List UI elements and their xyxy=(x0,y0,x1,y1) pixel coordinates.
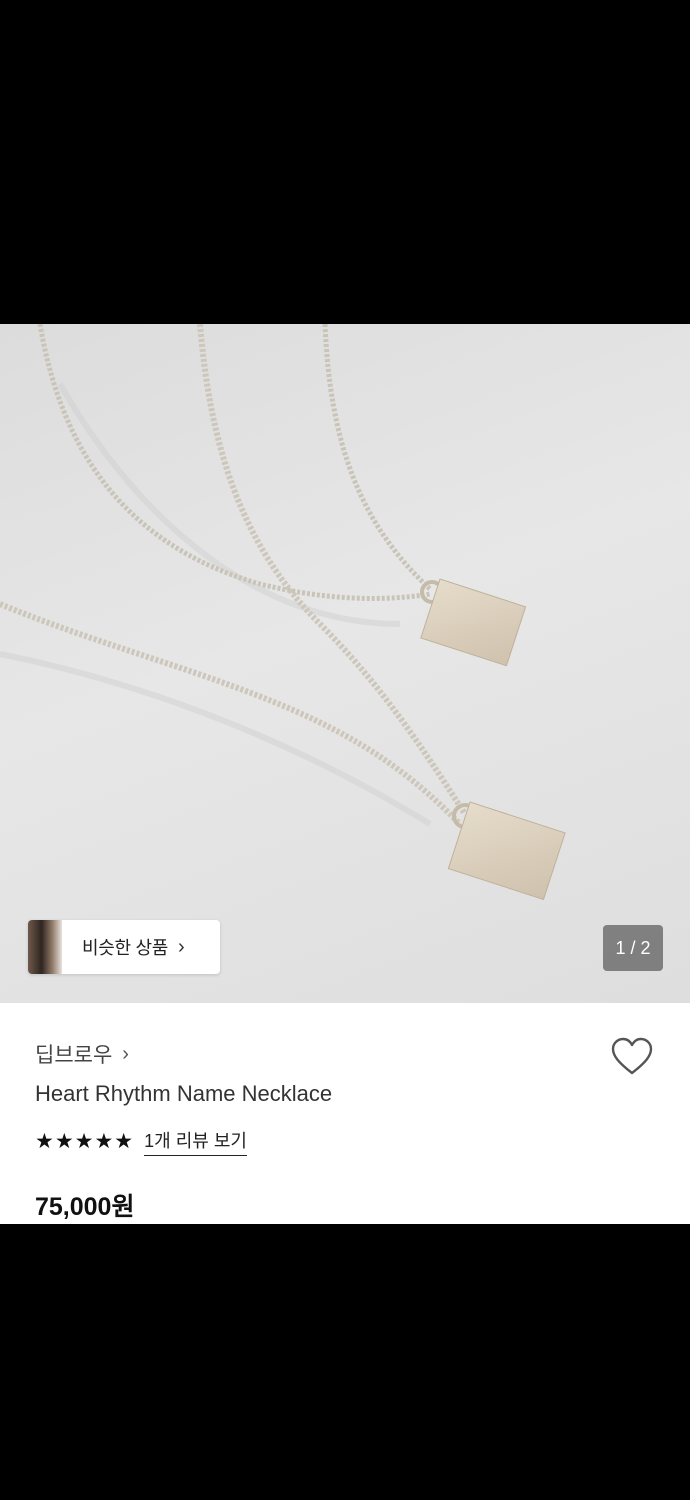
status-bar-area xyxy=(0,0,690,324)
heart-outline-icon xyxy=(611,1037,653,1075)
similar-products-button[interactable]: 비슷한 상품 › xyxy=(28,920,220,974)
chevron-right-icon: › xyxy=(122,1042,129,1065)
similar-product-thumbnail xyxy=(28,920,62,974)
brand-link[interactable]: 딥브로우 › xyxy=(35,1039,129,1069)
product-info-panel: 딥브로우 › Heart Rhythm Name Necklace ★★★★★ … xyxy=(0,1003,690,1224)
chevron-right-icon: › xyxy=(178,935,185,958)
similar-products-label: 비슷한 상품 xyxy=(82,938,169,958)
product-name: Heart Rhythm Name Necklace xyxy=(35,1081,333,1106)
product-price: 75,000원 xyxy=(35,1193,135,1221)
star-rating: ★★★★★ xyxy=(35,1130,135,1153)
image-page-counter: 1 / 2 xyxy=(603,925,663,971)
rating-row: ★★★★★ 1개 리뷰 보기 xyxy=(35,1127,247,1156)
product-image-gallery[interactable] xyxy=(0,324,690,1003)
view-reviews-link[interactable]: 1개 리뷰 보기 xyxy=(144,1127,247,1156)
wishlist-button[interactable] xyxy=(611,1037,653,1077)
product-photo xyxy=(0,324,566,901)
bottom-black-area xyxy=(0,1224,690,1500)
brand-name: 딥브로우 xyxy=(35,1044,113,1067)
